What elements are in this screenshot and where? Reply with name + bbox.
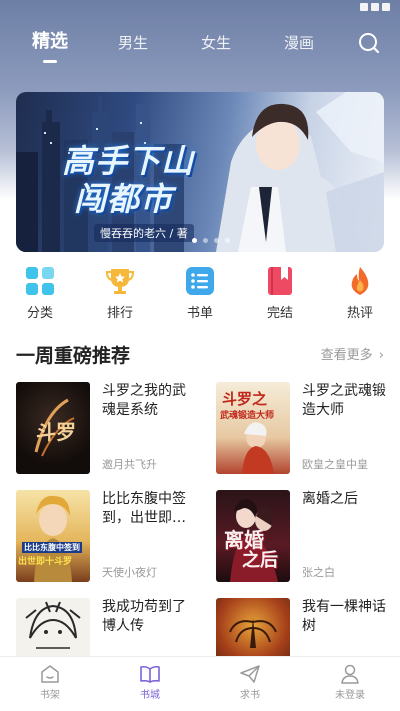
quick-nav-label: 书单 (186, 306, 213, 321)
book-author: 天使小夜灯 (102, 566, 157, 579)
book-cover: 斗罗 (16, 382, 90, 474)
status-bar (0, 0, 400, 16)
tab-male[interactable]: 男生 (118, 30, 148, 56)
tab-label: 女生 (201, 34, 232, 52)
book-title: 离婚之后 (302, 491, 358, 507)
quick-nav-label: 分类 (26, 306, 53, 321)
carousel-dot[interactable] (192, 238, 197, 243)
list-icon (186, 267, 214, 295)
bookshelf-icon (41, 665, 59, 683)
book-finished-icon (268, 267, 292, 295)
banner-title: 高手下山 闯都市 (62, 142, 194, 218)
quick-nav-finished[interactable]: 完结 (250, 266, 310, 322)
carousel-dots (192, 238, 230, 243)
bottom-nav-bookstore[interactable]: 书城 (120, 663, 180, 703)
tab-comics[interactable]: 漫画 (284, 30, 314, 56)
section-title: 一周重磅推荐 (16, 345, 131, 367)
paper-plane-icon (240, 665, 260, 683)
cover-art (34, 495, 72, 582)
quick-nav-hot-reviews[interactable]: 热评 (330, 266, 390, 322)
banner-carousel[interactable]: 高手下山 闯都市 慢吞吞的老六 / 著 (16, 92, 384, 252)
trophy-icon (105, 269, 135, 294)
weekly-recommend-header: 一周重磅推荐 查看更多 › (16, 342, 384, 370)
book-cover: 离婚 之后 (216, 490, 290, 582)
bottom-nav-request-book[interactable]: 求书 (220, 663, 280, 703)
tab-label: 精选 (32, 31, 68, 52)
banner-author: 慢吞吞的老六 / 著 (94, 224, 194, 242)
book-author: 张之白 (302, 566, 335, 579)
status-icons (354, 3, 390, 11)
cover-subtitle: 之后 (242, 550, 278, 571)
carousel-dot[interactable] (225, 238, 230, 243)
book-title: 斗罗之武魂锻造大师 (302, 383, 386, 418)
user-icon (341, 664, 359, 684)
book-cover: 斗罗之 武魂锻造大师 (216, 382, 290, 474)
quick-nav-booklist[interactable]: 书单 (170, 266, 230, 322)
cover-title: 斗罗 (36, 420, 76, 444)
tab-label: 漫画 (284, 34, 315, 52)
book-card[interactable]: 比比东腹中签到 出世即十斗罗 比比东腹中签到，出世即… 天使小夜灯 (16, 490, 200, 582)
quick-nav-category[interactable]: 分类 (10, 266, 70, 322)
bottom-nav-label: 书城 (140, 690, 160, 701)
book-author: 欧皇之皇中皇 (302, 458, 368, 471)
carousel-dot[interactable] (214, 238, 219, 243)
open-book-icon (140, 665, 160, 683)
quick-nav: 分类 排行 书单 完结 热评 (0, 266, 400, 332)
tab-featured[interactable]: 精选 (32, 29, 68, 63)
bottom-nav: 书架 书城 求书 未登录 (0, 656, 400, 711)
book-cover: 比比东腹中签到 出世即十斗罗 (16, 490, 90, 582)
quick-nav-label: 排行 (106, 306, 133, 321)
top-tab-bar: 精选 男生 女生 漫画 (0, 30, 400, 66)
carousel-dot[interactable] (203, 238, 208, 243)
cover-title: 比比东腹中签到 (22, 542, 82, 553)
banner-title-line-1: 高手下山 (62, 142, 195, 180)
bottom-nav-label: 未登录 (335, 690, 365, 701)
search-icon[interactable] (358, 32, 380, 54)
bottom-nav-profile[interactable]: 未登录 (320, 663, 380, 703)
book-author: 邀月共飞升 (102, 458, 157, 471)
cover-art (242, 422, 274, 474)
tab-label: 男生 (118, 34, 149, 52)
bottom-nav-label: 书架 (40, 690, 60, 701)
cover-subtitle: 出世即十斗罗 (18, 557, 73, 567)
see-more-link[interactable]: 查看更多 › (321, 347, 384, 365)
book-card[interactable]: 斗罗之 武魂锻造大师 斗罗之武魂锻造大师 欧皇之皇中皇 (216, 382, 400, 474)
book-title: 我成功苟到了博人传 (102, 599, 186, 634)
book-card[interactable]: 斗罗 斗罗之我的武魂是系统 邀月共飞升 (16, 382, 200, 474)
quick-nav-label: 热评 (346, 306, 373, 321)
see-more-label: 查看更多 (320, 348, 373, 363)
flame-icon (351, 267, 369, 295)
book-title: 比比东腹中签到，出世即… (102, 491, 186, 526)
tab-female[interactable]: 女生 (201, 30, 231, 56)
book-title: 我有一棵神话树 (302, 599, 386, 634)
quick-nav-label: 完结 (266, 306, 293, 321)
bottom-nav-bookshelf[interactable]: 书架 (20, 663, 80, 703)
book-card[interactable]: 离婚 之后 离婚之后 张之白 (216, 490, 400, 582)
chevron-right-icon: › (378, 348, 384, 363)
banner-title-line-2: 闯都市 (74, 180, 174, 218)
category-icon (26, 267, 54, 295)
bottom-nav-label: 求书 (240, 690, 260, 701)
active-tab-indicator (43, 60, 57, 63)
quick-nav-ranking[interactable]: 排行 (90, 266, 150, 322)
book-title: 斗罗之我的武魂是系统 (102, 383, 186, 418)
